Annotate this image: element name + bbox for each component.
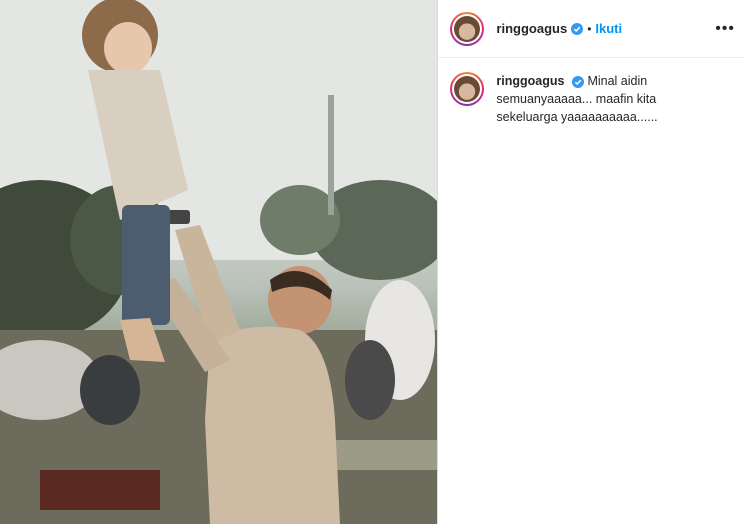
caption-row: ringgoagus Minal aidin semuanyaaaaa... m… <box>438 58 745 140</box>
verified-badge-icon <box>571 22 584 35</box>
follow-button[interactable]: Ikuti <box>595 21 622 36</box>
more-options-icon[interactable]: ••• <box>715 20 735 38</box>
post-photo[interactable] <box>0 0 438 524</box>
post-side-panel: ringgoagus • Ikuti ••• ringgoagus Minal … <box>437 0 745 524</box>
post-header: ringgoagus • Ikuti ••• <box>438 0 745 58</box>
verified-badge-icon <box>571 75 584 88</box>
photo-illustration <box>0 0 438 524</box>
caption-text-block: ringgoagus Minal aidin semuanyaaaaa... m… <box>496 72 716 126</box>
separator-dot: • <box>587 21 592 36</box>
avatar-image <box>454 15 481 42</box>
instagram-post: ringgoagus • Ikuti ••• ringgoagus Minal … <box>0 0 745 524</box>
username-link[interactable]: ringgoagus <box>496 21 567 36</box>
caption-avatar[interactable] <box>450 72 485 106</box>
caption-username[interactable]: ringgoagus <box>496 74 564 88</box>
avatar[interactable] <box>450 11 485 46</box>
avatar-image <box>454 76 481 102</box>
